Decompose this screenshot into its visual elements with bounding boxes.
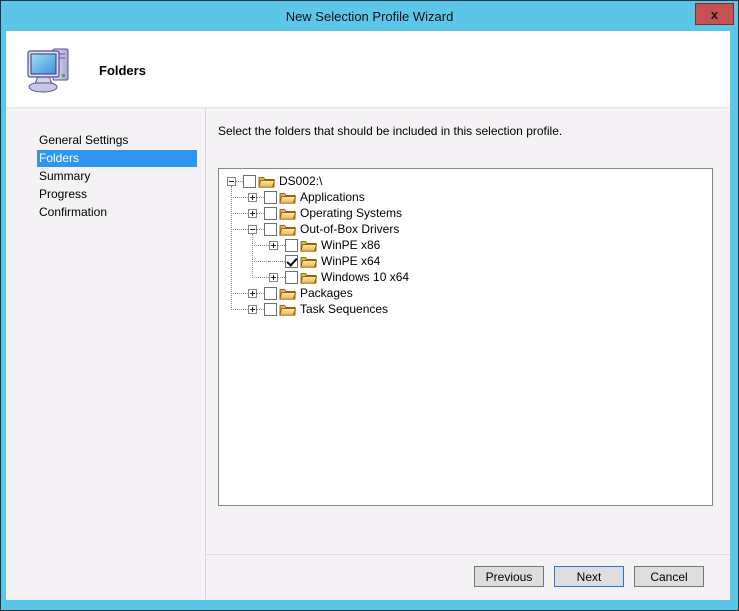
tree-node-task-sequences: Task Sequences: [219, 301, 712, 317]
tree-node-winpe-x64: WinPE x64: [219, 253, 712, 269]
dotted-connector: [257, 229, 264, 230]
dialog-body: Folders General SettingsFoldersSummaryPr…: [6, 31, 730, 600]
folder-checkbox[interactable]: [264, 223, 277, 236]
computer-icon: [26, 46, 74, 94]
folder-checkbox[interactable]: [264, 287, 277, 300]
tree-node-ds002: DS002:\: [219, 173, 712, 189]
dotted-connector: [236, 181, 243, 182]
dotted-connector: [252, 277, 269, 278]
previous-button[interactable]: Previous: [474, 566, 544, 587]
folder-icon: [300, 271, 317, 284]
close-button[interactable]: x: [695, 3, 734, 25]
folder-icon: [279, 287, 296, 300]
tree-node-windows-10-x64: Windows 10 x64: [219, 269, 712, 285]
footer-divider: [206, 554, 730, 555]
dotted-connector: [278, 277, 285, 278]
page-title: Folders: [99, 63, 146, 78]
folder-icon: [300, 239, 317, 252]
expand-toggle-icon[interactable]: [269, 273, 278, 282]
footer-buttons: Previous Next Cancel: [474, 566, 704, 587]
tree-guide-line: [252, 234, 253, 278]
expand-toggle-icon[interactable]: [248, 209, 257, 218]
folder-checkbox[interactable]: [264, 191, 277, 204]
tree-node-operating-systems: Operating Systems: [219, 205, 712, 221]
titlebar: New Selection Profile Wizard: [1, 1, 738, 31]
wizard-steps-sidebar: General SettingsFoldersSummaryProgressCo…: [6, 108, 206, 600]
folder-icon: [300, 255, 317, 268]
wizard-window: New Selection Profile Wizard x Folders G…: [0, 0, 739, 611]
expand-toggle-icon[interactable]: [248, 193, 257, 202]
dotted-connector: [257, 213, 264, 214]
dotted-connector: [257, 293, 264, 294]
dotted-connector: [257, 309, 264, 310]
expand-toggle-icon[interactable]: [269, 241, 278, 250]
instruction-text: Select the folders that should be includ…: [218, 124, 562, 138]
sidebar-item-progress[interactable]: Progress: [37, 186, 197, 203]
tree-node-label[interactable]: Windows 10 x64: [321, 270, 409, 284]
folder-icon: [279, 303, 296, 316]
folder-checkbox[interactable]: [285, 255, 298, 268]
tree-node-winpe-x86: WinPE x86: [219, 237, 712, 253]
sidebar-item-folders[interactable]: Folders: [37, 150, 197, 167]
dotted-connector: [252, 245, 269, 246]
folder-checkbox[interactable]: [264, 207, 277, 220]
cancel-button[interactable]: Cancel: [634, 566, 704, 587]
tree-node-label[interactable]: Packages: [300, 286, 353, 300]
tree-node-label[interactable]: Out-of-Box Drivers: [300, 222, 399, 236]
tree-node-label[interactable]: WinPE x64: [321, 254, 380, 268]
folder-tree-panel[interactable]: DS002:\ Applications Operating Systems Out-…: [218, 168, 713, 506]
folder-checkbox[interactable]: [285, 239, 298, 252]
dotted-connector: [278, 245, 285, 246]
dotted-connector: [231, 309, 248, 310]
dotted-connector: [269, 261, 285, 262]
tree-node-label[interactable]: DS002:\: [279, 174, 322, 188]
dotted-connector: [252, 261, 269, 262]
tree-node-out-of-box-drivers: Out-of-Box Drivers: [219, 221, 712, 237]
tree-node-label[interactable]: WinPE x86: [321, 238, 380, 252]
sidebar-item-general-settings[interactable]: General Settings: [37, 132, 197, 149]
tree-node-packages: Packages: [219, 285, 712, 301]
folder-icon: [279, 207, 296, 220]
dotted-connector: [231, 213, 248, 214]
folder-icon: [279, 191, 296, 204]
folder-icon: [279, 223, 296, 236]
close-icon: x: [711, 7, 718, 22]
tree-node-label[interactable]: Operating Systems: [300, 206, 402, 220]
tree-node-applications: Applications: [219, 189, 712, 205]
collapse-toggle-icon[interactable]: [248, 225, 257, 234]
tree-node-label[interactable]: Task Sequences: [300, 302, 388, 316]
next-button[interactable]: Next: [554, 566, 624, 587]
wizard-header: Folders: [6, 31, 730, 108]
tree-node-label[interactable]: Applications: [300, 190, 365, 204]
dotted-connector: [231, 197, 248, 198]
folder-checkbox[interactable]: [285, 271, 298, 284]
expand-toggle-icon[interactable]: [248, 305, 257, 314]
content-area: General SettingsFoldersSummaryProgressCo…: [6, 108, 730, 600]
sidebar-item-summary[interactable]: Summary: [37, 168, 197, 185]
window-title: New Selection Profile Wizard: [286, 9, 454, 24]
dotted-connector: [231, 293, 248, 294]
tree-guide-line: [231, 186, 232, 310]
folder-icon: [258, 175, 275, 188]
expand-toggle-icon[interactable]: [248, 289, 257, 298]
folder-checkbox[interactable]: [243, 175, 256, 188]
dotted-connector: [231, 229, 248, 230]
main-pane: Select the folders that should be includ…: [206, 108, 730, 600]
folder-checkbox[interactable]: [264, 303, 277, 316]
sidebar-item-confirmation[interactable]: Confirmation: [37, 204, 197, 221]
collapse-toggle-icon[interactable]: [227, 177, 236, 186]
dotted-connector: [257, 197, 264, 198]
